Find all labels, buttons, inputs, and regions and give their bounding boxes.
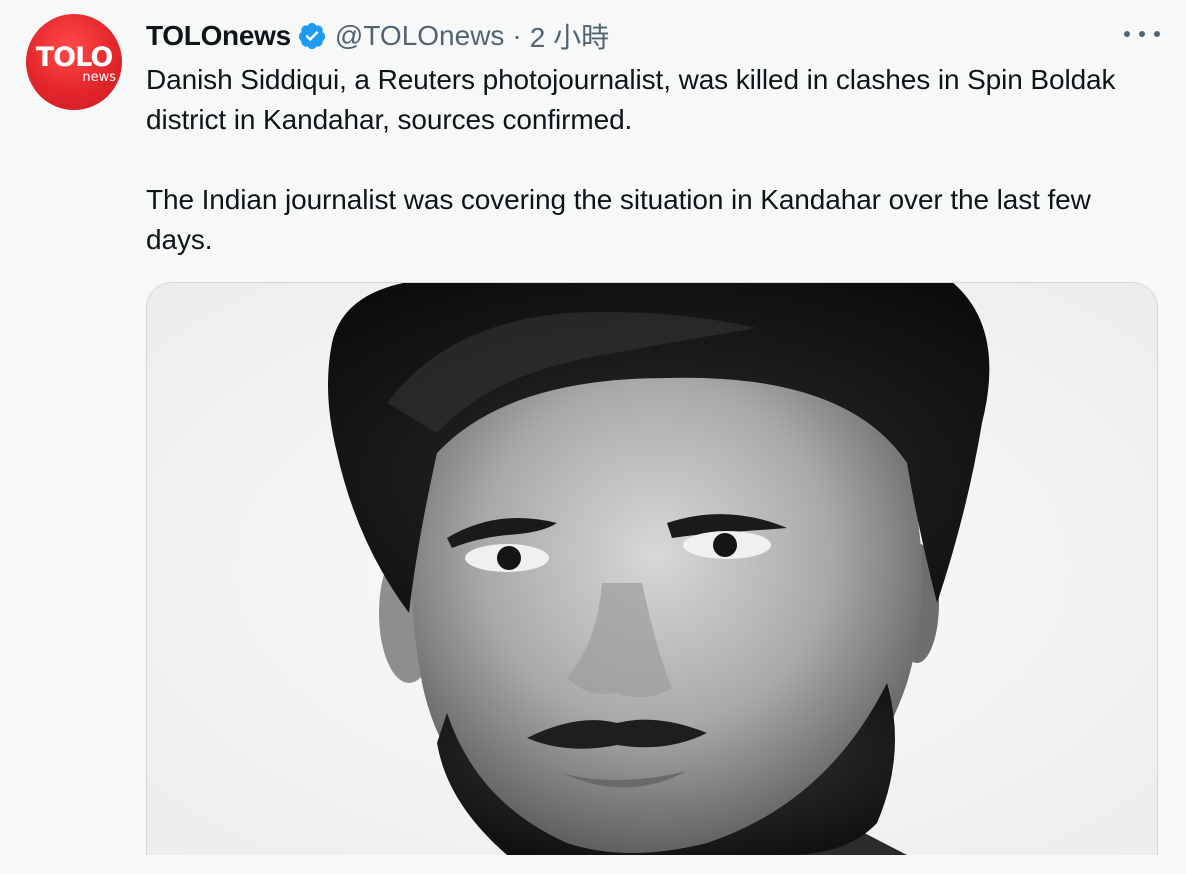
author-display-name[interactable]: TOLOnews bbox=[146, 20, 291, 52]
more-options-icon[interactable] bbox=[1124, 22, 1160, 46]
more-dot bbox=[1154, 31, 1160, 37]
tweet-header: TOLOnews @TOLOnews · 2 小時 bbox=[146, 18, 609, 54]
more-dot bbox=[1124, 31, 1130, 37]
avatar-logo-text: TOLO bbox=[35, 42, 114, 73]
author-handle[interactable]: @TOLOnews bbox=[335, 20, 505, 52]
tweet-text: Danish Siddiqui, a Reuters photojournali… bbox=[146, 60, 1156, 260]
more-dot bbox=[1139, 31, 1145, 37]
avatar[interactable]: TOLO news bbox=[26, 14, 122, 110]
header-separator: · bbox=[512, 20, 522, 51]
tweet-photo[interactable] bbox=[146, 282, 1158, 855]
tweet-paragraph: Danish Siddiqui, a Reuters photojournali… bbox=[146, 64, 1116, 135]
portrait-photo-image bbox=[147, 283, 1157, 855]
verified-badge-icon bbox=[297, 21, 327, 51]
tweet-timestamp[interactable]: 2 小時 bbox=[530, 16, 609, 56]
tweet-paragraph: The Indian journalist was covering the s… bbox=[146, 184, 1091, 255]
tweet-card[interactable]: TOLO news TOLOnews @TOLOnews · 2 小時 Dani… bbox=[0, 0, 1186, 874]
avatar-logo-subtext: news bbox=[82, 70, 116, 85]
